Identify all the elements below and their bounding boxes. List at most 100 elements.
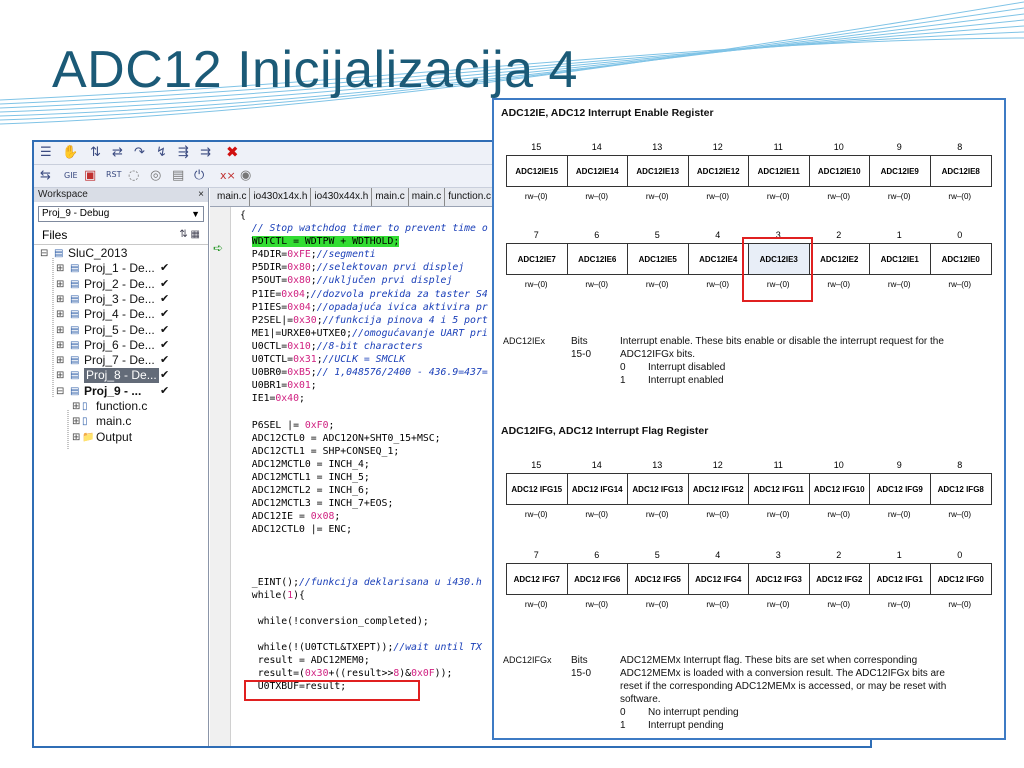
code-line[interactable]: while(!(U0TCTL&TXEPT));//wait until TX <box>240 641 488 654</box>
tree-item[interactable]: ⊞ 📁 Output <box>34 430 208 445</box>
code-line[interactable]: P4DIR=0xFE;//segmenti <box>240 248 488 261</box>
code-line[interactable]: P1IE=0x04;//dozvola prekida za taster S4 <box>240 288 488 301</box>
code-line[interactable]: P2SEL|=0x30;//funkcija pinova 4 i 5 port <box>240 314 488 327</box>
code-line[interactable]: while(!conversion_completed); <box>240 615 488 628</box>
toolbar-icon[interactable]: ◌ <box>128 168 139 183</box>
code-line[interactable]: while(1){ <box>240 589 488 602</box>
toolbar-icon[interactable]: ↯ <box>156 145 167 160</box>
code-line[interactable]: ADC12MCTL3 = INCH_7+EOS; <box>240 497 488 510</box>
code-line[interactable] <box>240 628 488 641</box>
editor-tab[interactable]: io430x44x.h <box>311 188 373 206</box>
stop-debug-icon[interactable]: ✖ <box>226 143 239 161</box>
code-line[interactable]: // Stop watchdog timer to prevent time o <box>240 222 488 235</box>
expand-icon[interactable]: ⊞ <box>56 353 64 368</box>
code-line[interactable]: ADC12CTL0 |= ENC; <box>240 523 488 536</box>
expand-icon[interactable]: ⊞ <box>56 323 64 338</box>
editor-tab[interactable]: main.c <box>214 188 251 206</box>
expand-icon[interactable]: ⊞ <box>56 338 64 353</box>
code-line[interactable]: U0TCTL=0x31;//UCLK = SMCLK <box>240 353 488 366</box>
toolbar-icon[interactable]: ⏻ <box>194 168 204 183</box>
tree-item[interactable]: ⊟ ▤ Proj_9 - ... ✔ <box>34 384 208 399</box>
expand-icon[interactable]: ⊞ <box>56 307 64 322</box>
toolbar-icon[interactable]: ☰ <box>40 145 52 160</box>
code-line[interactable]: result=(0x30+((result>>8)&0x0F)); <box>240 667 488 680</box>
toolbar-icon[interactable]: ◉ <box>240 168 251 183</box>
toolbar-icon[interactable]: ✋ <box>62 145 78 160</box>
code-line[interactable] <box>240 563 488 576</box>
ifg-desc-line-3: reset if the corresponding ADC12MEMx is … <box>620 681 947 692</box>
tree-item-label: Proj_1 - De... <box>84 261 155 276</box>
configuration-select-value: Proj_9 - Debug <box>42 208 110 219</box>
configuration-select[interactable]: Proj_9 - Debug ▼ <box>38 206 204 222</box>
tree-item-label: Output <box>96 429 133 444</box>
expand-icon[interactable]: ⊞ <box>56 292 64 307</box>
expand-icon[interactable]: ⊞ <box>72 430 80 445</box>
register-bit-cell: ADC12IE15 <box>507 156 568 186</box>
code-line[interactable]: ADC12IE = 0x08; <box>240 510 488 523</box>
code-line[interactable]: _EINT();//funkcija deklarisana u i430.h <box>240 576 488 589</box>
code-line[interactable] <box>240 549 488 562</box>
code-line[interactable]: IE1=0x40; <box>240 392 488 405</box>
code-line[interactable]: ADC12MCTL2 = INCH_6; <box>240 484 488 497</box>
tree-item[interactable]: ⊞ ▤ Proj_3 - De... ✔ <box>34 292 208 307</box>
reset-icon[interactable]: RST <box>106 170 122 179</box>
editor-tab[interactable]: main.c <box>372 188 409 206</box>
code-line[interactable] <box>240 602 488 615</box>
expand-icon[interactable]: ⊟ <box>56 384 64 399</box>
project-icon: ▤ <box>70 385 80 397</box>
toolbar-icon[interactable]: GIE <box>64 171 78 180</box>
code-line[interactable]: ME1|=URXE0+UTXE0;//omogućavanje UART pri <box>240 327 488 340</box>
toolbar-icon[interactable]: x× <box>220 169 236 182</box>
tree-item[interactable]: ⊟ ▤ SluC_2013 <box>34 246 208 261</box>
toolbar-icon[interactable]: ⇉ <box>200 145 211 160</box>
toolbar-icon[interactable]: ⇄ <box>112 145 123 160</box>
editor-tab[interactable]: io430x14x.h <box>250 188 312 206</box>
tree-item[interactable]: ⊞ ▯ function.c <box>34 399 208 414</box>
code-line[interactable]: P5OUT=0x80;//uključen prvi displej <box>240 274 488 287</box>
toolbar-icon[interactable]: ◎ <box>150 168 161 183</box>
tree-item[interactable]: ⊞ ▤ Proj_4 - De... ✔ <box>34 307 208 322</box>
toolbar-icon[interactable]: ⇆ <box>40 168 51 183</box>
expand-icon[interactable]: ⊞ <box>56 261 64 276</box>
code-text[interactable]: { // Stop watchdog timer to prevent time… <box>240 209 488 693</box>
expand-icon[interactable]: ⊞ <box>72 414 80 429</box>
code-line[interactable]: ADC12CTL1 = SHP+CONSEQ_1; <box>240 445 488 458</box>
code-line[interactable] <box>240 536 488 549</box>
collapse-icon[interactable]: ⊟ <box>40 246 48 261</box>
code-line[interactable]: ADC12CTL0 = ADC12ON+SHT0_15+MSC; <box>240 432 488 445</box>
code-line[interactable]: ADC12MCTL0 = INCH_4; <box>240 458 488 471</box>
tree-item[interactable]: ⊞ ▤ Proj_8 - De... ✔ <box>34 368 208 384</box>
expand-icon[interactable]: ⊞ <box>56 368 64 383</box>
code-line[interactable]: P5DIR=0x80;//selektovan prvi displej <box>240 261 488 274</box>
tree-item[interactable]: ⊞ ▤ Proj_2 - De... ✔ <box>34 277 208 292</box>
toolbar-icon[interactable]: ⇅ <box>90 145 101 160</box>
tree-item[interactable]: ⊞ ▤ Proj_5 - De... ✔ <box>34 323 208 338</box>
code-line[interactable]: result = ADC12MEM0; <box>240 654 488 667</box>
code-line[interactable]: P6SEL |= 0xF0; <box>240 419 488 432</box>
code-line[interactable]: P1IES=0x04;//opadajuća ivica aktivira pr <box>240 301 488 314</box>
code-line[interactable]: U0BR0=0xB5;// 1,048576/2400 - 436.9=437= <box>240 366 488 379</box>
project-icon: ▤ <box>70 370 80 382</box>
code-line[interactable] <box>240 405 488 418</box>
code-line[interactable]: WDTCTL = WDTPW + WDTHOLD; <box>240 235 488 248</box>
access-type: rw–(0) <box>948 510 972 519</box>
tree-item[interactable]: ⊞ ▤ Proj_7 - De... ✔ <box>34 353 208 368</box>
toolbar-icon[interactable]: ▣ <box>84 168 96 183</box>
expand-icon[interactable]: ⊞ <box>72 399 80 414</box>
toolbar-icon[interactable]: ⇶ <box>178 145 189 160</box>
close-icon[interactable]: × <box>198 188 204 202</box>
editor-tab[interactable]: function.c <box>445 188 496 206</box>
tree-item[interactable]: ⊞ ▯ main.c <box>34 414 208 429</box>
tree-item[interactable]: ⊞ ▤ Proj_1 - De... ✔ <box>34 261 208 276</box>
code-line[interactable]: U0BR1=0x01; <box>240 379 488 392</box>
code-line[interactable]: ADC12MCTL1 = INCH_5; <box>240 471 488 484</box>
expand-icon[interactable]: ⊞ <box>56 277 64 292</box>
toolbar-icon[interactable]: ↷ <box>134 145 145 160</box>
editor-tab[interactable]: main.c <box>409 188 446 206</box>
toolbar-icon[interactable]: ▤ <box>172 168 184 183</box>
register-bit-cell: ADC12IE13 <box>628 156 689 186</box>
code-line[interactable]: { <box>240 209 488 222</box>
tree-item[interactable]: ⊞ ▤ Proj_6 - De... ✔ <box>34 338 208 353</box>
code-line[interactable]: U0CTL=0x10;//8-bit characters <box>240 340 488 353</box>
sort-icon[interactable]: ⇅ ▦ <box>179 226 200 244</box>
